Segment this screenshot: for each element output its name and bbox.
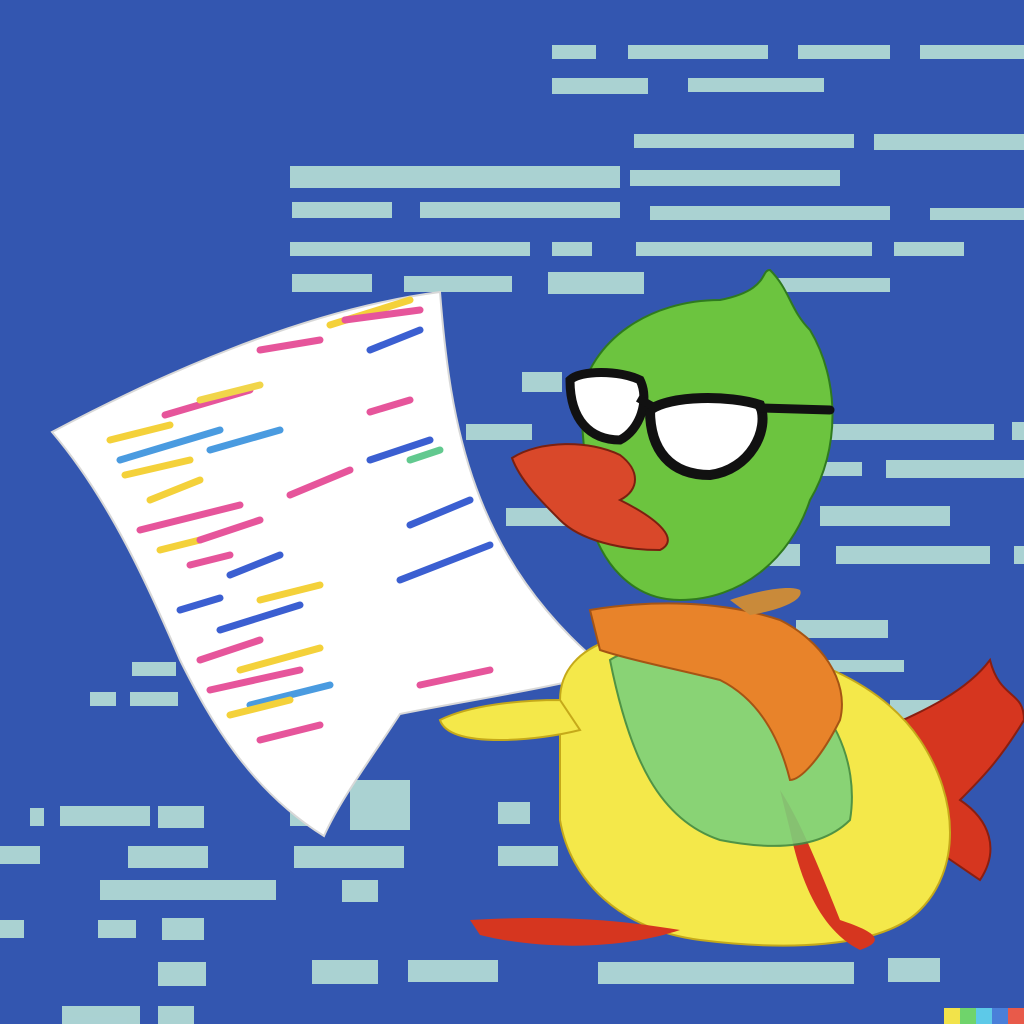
glyph-block bbox=[552, 78, 648, 94]
glyph-block bbox=[920, 45, 1024, 59]
glyph-block bbox=[90, 692, 116, 706]
glyph-block bbox=[598, 962, 854, 984]
glyph-block bbox=[630, 170, 840, 186]
glyph-block bbox=[60, 806, 150, 826]
glyph-block bbox=[552, 242, 592, 256]
glyph-block bbox=[408, 960, 498, 982]
glyph-block bbox=[1014, 546, 1024, 564]
glyph-block bbox=[874, 134, 1024, 150]
glyph-block bbox=[0, 846, 40, 864]
glyph-block bbox=[420, 202, 620, 218]
glyph-block bbox=[158, 1006, 194, 1024]
glyph-block bbox=[466, 424, 532, 440]
glyph-block bbox=[930, 208, 1024, 220]
glyph-block bbox=[292, 274, 372, 292]
glyph-block bbox=[772, 278, 890, 292]
duck-arm bbox=[438, 698, 582, 742]
watermark-swatch bbox=[992, 1008, 1008, 1024]
glyph-block bbox=[30, 808, 44, 826]
watermark-swatch bbox=[944, 1008, 960, 1024]
glyph-block bbox=[636, 242, 872, 256]
glyph-block bbox=[836, 546, 990, 564]
glyph-block bbox=[312, 960, 378, 984]
glyph-block bbox=[888, 958, 940, 982]
glyph-block bbox=[796, 620, 888, 638]
glyph-block bbox=[688, 78, 824, 92]
glyph-block bbox=[62, 1006, 140, 1024]
glyph-block bbox=[404, 276, 512, 292]
glyph-block bbox=[522, 372, 562, 392]
glyph-block bbox=[628, 45, 768, 59]
glyph-block bbox=[292, 202, 392, 218]
watermark-color-strip bbox=[944, 1008, 1024, 1024]
glyph-block bbox=[158, 806, 204, 828]
glyph-block bbox=[158, 962, 206, 986]
glyph-block bbox=[132, 662, 176, 676]
glyph-block bbox=[0, 920, 24, 938]
glyph-block bbox=[820, 506, 950, 526]
glyph-block bbox=[548, 272, 644, 294]
glyph-block bbox=[98, 920, 136, 938]
glyph-block bbox=[894, 242, 964, 256]
glyph-block bbox=[886, 460, 1024, 478]
glyph-block bbox=[650, 206, 890, 220]
glyph-block bbox=[634, 134, 854, 148]
glyph-block bbox=[290, 242, 530, 256]
glyph-block bbox=[498, 802, 530, 824]
glyph-block bbox=[1012, 422, 1024, 440]
glyph-block bbox=[552, 45, 596, 59]
watermark-swatch bbox=[1008, 1008, 1024, 1024]
glyph-background bbox=[0, 45, 1024, 1024]
glyph-block bbox=[498, 846, 558, 866]
glyph-block bbox=[342, 880, 378, 902]
glyph-block bbox=[290, 166, 620, 188]
watermark-swatch bbox=[976, 1008, 992, 1024]
glyph-block bbox=[130, 692, 178, 706]
watermark-swatch bbox=[960, 1008, 976, 1024]
illustration-canvas bbox=[0, 0, 1024, 1024]
glyph-block bbox=[162, 918, 204, 940]
glyph-block bbox=[294, 846, 404, 868]
glyph-block bbox=[828, 424, 994, 440]
glyph-block bbox=[128, 846, 208, 868]
glyph-block bbox=[822, 462, 862, 476]
glyph-block bbox=[100, 880, 276, 900]
glyph-block bbox=[350, 780, 410, 830]
glyph-block bbox=[798, 45, 890, 59]
